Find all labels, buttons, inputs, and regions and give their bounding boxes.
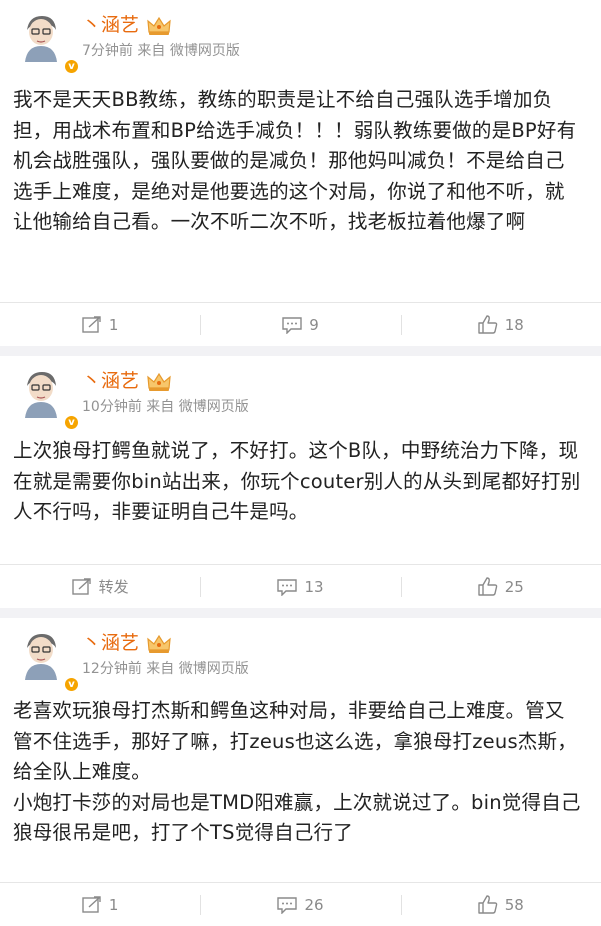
repost-button[interactable]: 转发 bbox=[0, 565, 200, 608]
username[interactable]: 丶涵艺 bbox=[82, 630, 139, 656]
post-meta: 12分钟前 来自 微博网页版 bbox=[82, 659, 249, 679]
verified-badge-icon: v bbox=[63, 414, 80, 431]
post-card: v 丶涵艺 7分钟前 来自 微博网页版 我不是天天BB教练，教练的职责是让不给自… bbox=[0, 0, 601, 346]
repost-count: 1 bbox=[108, 895, 119, 914]
post-header: v 丶涵艺 10分钟前 来自 微博网页版 bbox=[0, 356, 601, 431]
username[interactable]: 丶涵艺 bbox=[82, 12, 139, 38]
post-card: v 丶涵艺 12分钟前 来自 微博网页版 老喜欢玩狼母打杰斯和鳄鱼这种对局，非要… bbox=[0, 618, 601, 926]
comment-icon bbox=[282, 316, 302, 334]
post-meta: 7分钟前 来自 微博网页版 bbox=[82, 41, 240, 61]
post-time[interactable]: 10分钟前 bbox=[82, 399, 142, 415]
like-button[interactable]: 25 bbox=[400, 565, 601, 608]
comment-button[interactable]: 13 bbox=[200, 565, 400, 608]
post-paragraph: 小炮打卡莎的对局也是TMD阳难赢，上次就说过了。bin觉得自己狼母很吊是吧，打了… bbox=[13, 790, 581, 845]
post-actions: 1 9 18 bbox=[0, 302, 601, 346]
post-content: 上次狼母打鳄鱼就说了，不好打。这个B队，中野统治力下降，现在就是需要你bin站出… bbox=[0, 426, 601, 564]
thumbs-up-icon bbox=[478, 577, 498, 596]
vip-crown-icon bbox=[146, 371, 172, 393]
post-source: 来自 微博网页版 bbox=[137, 43, 240, 59]
comment-icon bbox=[277, 578, 298, 596]
avatar[interactable]: v bbox=[15, 10, 80, 75]
comment-button[interactable]: 26 bbox=[200, 883, 400, 926]
verified-badge-icon: v bbox=[63, 676, 80, 693]
vip-crown-icon bbox=[146, 633, 172, 655]
thumbs-up-icon bbox=[478, 315, 498, 334]
post-time[interactable]: 7分钟前 bbox=[82, 43, 133, 59]
avatar[interactable]: v bbox=[15, 628, 80, 693]
repost-count: 1 bbox=[108, 315, 119, 334]
repost-button[interactable]: 1 bbox=[0, 883, 200, 926]
post-content: 我不是天天BB教练，教练的职责是让不给自己强队选手增加负担，用战术布置和BP给选… bbox=[0, 70, 601, 302]
like-count: 58 bbox=[504, 895, 524, 914]
post-header: v 丶涵艺 12分钟前 来自 微博网页版 bbox=[0, 618, 601, 693]
comment-count: 13 bbox=[304, 577, 324, 596]
repost-icon bbox=[71, 577, 91, 595]
verified-badge-icon: v bbox=[63, 58, 80, 75]
post-actions: 转发 13 25 bbox=[0, 564, 601, 608]
repost-button[interactable]: 1 bbox=[0, 303, 200, 346]
post-meta: 10分钟前 来自 微博网页版 bbox=[82, 397, 249, 417]
post-time[interactable]: 12分钟前 bbox=[82, 661, 142, 677]
like-count: 25 bbox=[504, 577, 524, 596]
vip-crown-icon bbox=[146, 15, 172, 37]
username[interactable]: 丶涵艺 bbox=[82, 368, 139, 394]
thumbs-up-icon bbox=[478, 895, 498, 914]
post-card: v 丶涵艺 10分钟前 来自 微博网页版 上次狼母打鳄鱼就说了，不好打。这个B队… bbox=[0, 356, 601, 608]
like-button[interactable]: 58 bbox=[400, 883, 601, 926]
repost-icon bbox=[82, 315, 101, 333]
comment-count: 9 bbox=[309, 315, 319, 334]
post-actions: 1 26 58 bbox=[0, 882, 601, 926]
like-button[interactable]: 18 bbox=[400, 303, 601, 346]
post-paragraph: 上次狼母打鳄鱼就说了，不好打。这个B队，中野统治力下降，现在就是需要你bin站出… bbox=[13, 439, 581, 523]
post-source: 来自 微博网页版 bbox=[146, 661, 249, 677]
repost-icon bbox=[82, 895, 101, 913]
comment-count: 26 bbox=[304, 895, 324, 914]
comment-button[interactable]: 9 bbox=[200, 303, 400, 346]
post-paragraph: 我不是天天BB教练，教练的职责是让不给自己强队选手增加负担，用战术布置和BP给选… bbox=[13, 88, 577, 233]
comment-icon bbox=[277, 896, 298, 914]
post-source: 来自 微博网页版 bbox=[146, 399, 249, 415]
weibo-feed: v 丶涵艺 7分钟前 来自 微博网页版 我不是天天BB教练，教练的职责是让不给自… bbox=[0, 0, 601, 926]
post-paragraph: 老喜欢玩狼母打杰斯和鳄鱼这种对局，非要给自己上难度。管又管不住选手，那好了嘛，打… bbox=[13, 699, 577, 783]
post-header: v 丶涵艺 7分钟前 来自 微博网页版 bbox=[0, 0, 601, 75]
avatar[interactable]: v bbox=[15, 366, 80, 431]
like-count: 18 bbox=[504, 315, 524, 334]
post-content: 老喜欢玩狼母打杰斯和鳄鱼这种对局，非要给自己上难度。管又管不住选手，那好了嘛，打… bbox=[0, 688, 601, 882]
repost-label: 转发 bbox=[98, 578, 129, 596]
